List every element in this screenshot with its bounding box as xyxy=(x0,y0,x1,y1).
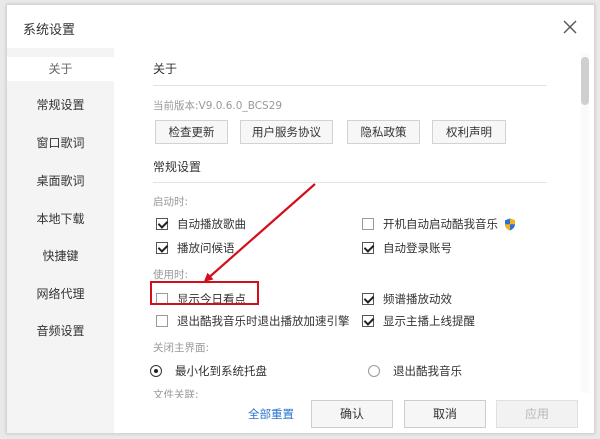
sidebar-item-general[interactable]: 常规设置 xyxy=(7,93,114,117)
exit-app-radio[interactable]: 退出酷我音乐 xyxy=(368,362,462,380)
sidebar-item-local-download[interactable]: 本地下载 xyxy=(7,207,114,231)
annotation-highlight-box xyxy=(150,281,259,305)
cancel-button[interactable]: 取消 xyxy=(404,400,486,428)
close-icon[interactable] xyxy=(560,17,580,37)
general-section-title: 常规设置 xyxy=(153,160,202,174)
option-label: 显示主播上线提醒 xyxy=(383,314,475,328)
sidebar-item-desktop-lyrics[interactable]: 桌面歌词 xyxy=(7,169,114,193)
auto-login-checkbox[interactable]: 自动登录账号 xyxy=(362,239,452,257)
option-label: 退出酷我音乐 xyxy=(393,364,462,378)
user-agreement-button[interactable]: 用户服务协议 xyxy=(240,120,333,144)
sidebar-item-network-proxy[interactable]: 网络代理 xyxy=(7,282,114,306)
radio-icon xyxy=(368,365,380,377)
exit-acceleration-engine-checkbox[interactable]: 退出酷我音乐时退出播放加速引擎 xyxy=(156,312,350,330)
close-main-label: 关闭主界面: xyxy=(153,342,210,354)
option-label: 频谱播放动效 xyxy=(383,292,452,306)
host-online-reminder-checkbox[interactable]: 显示主播上线提醒 xyxy=(362,312,475,330)
window-title: 系统设置 xyxy=(23,23,76,38)
confirm-button[interactable]: 确认 xyxy=(311,400,393,428)
sidebar-item-audio[interactable]: 音频设置 xyxy=(7,319,114,343)
divider xyxy=(153,182,547,183)
privacy-policy-button[interactable]: 隐私政策 xyxy=(347,120,420,144)
settings-dialog: 系统设置 关于 常规设置 窗口歌词 桌面歌词 本地下载 快捷键 网络代理 音频设… xyxy=(6,4,595,434)
usage-label: 使用时: xyxy=(153,269,189,281)
file-association-label: 文件关联: xyxy=(153,389,199,398)
checkbox-icon xyxy=(156,242,168,254)
checkbox-icon xyxy=(156,315,168,327)
apply-button[interactable]: 应用 xyxy=(496,400,578,428)
option-label: 自动登录账号 xyxy=(383,241,452,255)
scrollbar-thumb[interactable] xyxy=(581,57,589,105)
option-label: 播放问候语 xyxy=(177,241,235,255)
rights-statement-button[interactable]: 权利声明 xyxy=(432,120,506,144)
radio-icon xyxy=(150,365,162,377)
auto-play-checkbox[interactable]: 自动播放歌曲 xyxy=(156,215,246,233)
dialog-footer: 全部重置 确认 取消 应用 xyxy=(114,398,594,433)
option-label: 退出酷我音乐时退出播放加速引擎 xyxy=(177,314,350,328)
checkbox-icon xyxy=(362,315,374,327)
checkbox-icon xyxy=(156,218,168,230)
checkbox-icon xyxy=(362,293,374,305)
divider xyxy=(153,85,547,86)
version-text: 当前版本:V9.0.6.0_BCS29 xyxy=(153,100,283,112)
checkbox-icon xyxy=(362,218,374,230)
auto-start-checkbox[interactable]: 开机自动启动酷我音乐 xyxy=(362,215,516,233)
sidebar-item-window-lyrics[interactable]: 窗口歌词 xyxy=(7,131,114,155)
sidebar-item-about[interactable]: 关于 xyxy=(7,57,114,81)
startup-label: 启动时: xyxy=(153,196,189,208)
reset-all-link[interactable]: 全部重置 xyxy=(248,406,294,422)
option-label: 最小化到系统托盘 xyxy=(175,364,267,378)
option-label: 开机自动启动酷我音乐 xyxy=(383,217,498,231)
scrollbar[interactable] xyxy=(581,53,589,393)
shield-icon xyxy=(505,218,515,230)
about-section-title: 关于 xyxy=(153,62,178,76)
option-label: 自动播放歌曲 xyxy=(177,217,246,231)
sidebar-item-shortcuts[interactable]: 快捷键 xyxy=(7,244,114,268)
spectrum-animation-checkbox[interactable]: 频谱播放动效 xyxy=(362,290,452,308)
settings-sidebar: 关于 常规设置 窗口歌词 桌面歌词 本地下载 快捷键 网络代理 音频设置 xyxy=(7,48,114,433)
checkbox-icon xyxy=(362,242,374,254)
minimize-to-tray-radio[interactable]: 最小化到系统托盘 xyxy=(150,362,267,380)
check-update-button[interactable]: 检查更新 xyxy=(155,120,228,144)
greeting-checkbox[interactable]: 播放问候语 xyxy=(156,239,235,257)
settings-content: 关于 当前版本:V9.0.6.0_BCS29 检查更新 用户服务协议 隐私政策 … xyxy=(114,48,594,398)
